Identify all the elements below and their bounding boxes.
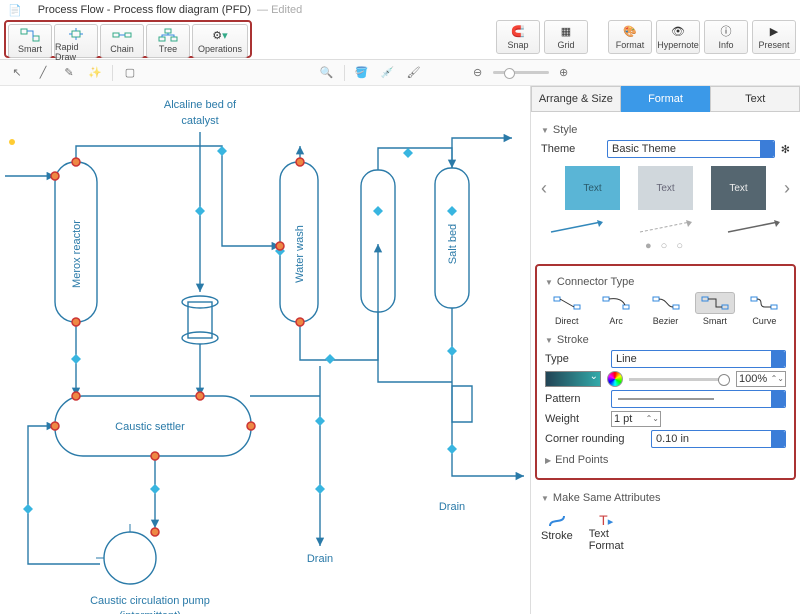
search-icon[interactable]: 🔍 — [318, 64, 336, 82]
connector-direct[interactable]: Direct — [545, 292, 588, 326]
prev-theme-icon[interactable]: ‹ — [541, 178, 547, 199]
pump-label: Caustic circulation pump — [90, 595, 210, 607]
present-button[interactable]: ▶︎Present — [752, 20, 796, 54]
theme-select[interactable]: Basic Theme — [607, 140, 775, 158]
line-tool-icon[interactable]: ╱ — [34, 64, 52, 82]
wand-tool-icon[interactable]: ✨ — [86, 64, 104, 82]
next-theme-icon[interactable]: › — [784, 178, 790, 199]
rapid-draw-button[interactable]: Rapid Draw — [54, 24, 98, 58]
info-icon: ⓘ — [721, 23, 732, 39]
tab-arrange[interactable]: Arrange & Size — [531, 86, 621, 112]
page-dots[interactable]: ● ○ ○ — [541, 240, 790, 252]
connector-curve[interactable]: Curve — [743, 292, 786, 326]
titlebar: 📄 Process Flow - Process flow diagram (P… — [0, 0, 800, 20]
tree-button[interactable]: Tree — [146, 24, 190, 58]
stroke-type-select[interactable]: Line — [611, 350, 786, 368]
alcaline-label: Alcaline bed of — [164, 99, 237, 111]
smart-button[interactable]: Smart — [8, 24, 52, 58]
tree-icon — [158, 27, 178, 43]
grid-icon: ▦ — [561, 23, 571, 39]
connector-arc[interactable]: Arc — [594, 292, 637, 326]
salt-label: Salt bed — [447, 224, 459, 264]
stroke-color-well[interactable] — [545, 371, 601, 387]
doc-title: Process Flow - Process flow diagram (PFD… — [38, 4, 251, 16]
theme-label: Theme — [541, 143, 601, 155]
zoom-control: ⊖ ⊕ — [469, 64, 573, 82]
arrow-style-2[interactable] — [636, 218, 696, 236]
format-button[interactable]: 🎨Format — [608, 20, 652, 54]
connector-bezier[interactable]: Bezier — [644, 292, 687, 326]
grid-button[interactable]: ▦Grid — [544, 20, 588, 54]
palette-icon: 🎨 — [623, 23, 637, 39]
caustic-label: Caustic settler — [115, 421, 185, 433]
gear-icon[interactable]: ✻ — [781, 143, 790, 156]
endpoints-header[interactable]: End Points — [545, 454, 786, 466]
arrow-style-3[interactable] — [724, 218, 784, 236]
corner-select[interactable]: 0.10 in — [651, 430, 786, 448]
gear-icon: ⚙︎ ▾ — [212, 27, 227, 43]
inspector-panel: Arrange & Size Format Text Style Theme Ba… — [530, 86, 800, 614]
connector-smart[interactable]: Smart — [693, 292, 736, 326]
pattern-select[interactable] — [611, 390, 786, 408]
brush-icon[interactable]: 🖌 — [405, 64, 423, 82]
theme-swatch-2[interactable]: Text — [638, 166, 693, 210]
color-picker-icon[interactable] — [607, 371, 623, 387]
weight-label: Weight — [545, 413, 605, 425]
stroke-type-label: Type — [545, 353, 605, 365]
zoom-out-icon[interactable]: ⊖ — [469, 64, 487, 82]
highlighted-stroke-section: Connector Type Direct Arc Bezier Smart C… — [535, 264, 796, 480]
arrow-style-1[interactable] — [547, 218, 607, 236]
operations-button[interactable]: ⚙︎ ▾Operations — [192, 24, 248, 58]
opacity-slider[interactable] — [629, 378, 730, 381]
eye-icon: 👁 — [671, 23, 685, 39]
chain-icon — [112, 27, 132, 43]
chain-button[interactable]: Chain — [100, 24, 144, 58]
same-text-format-button[interactable]: T▸Text Format — [589, 512, 624, 552]
secondary-toolbar: ↖︎ ╱ ✎ ✨ ▢ 🔍 🪣 💉 🖌 ⊖ ⊕ — [0, 60, 800, 86]
smart-icon — [20, 27, 40, 43]
pattern-label: Pattern — [545, 393, 605, 405]
theme-swatch-1[interactable]: Text — [565, 166, 620, 210]
snap-button[interactable]: 🧲Snap — [496, 20, 540, 54]
edited-label: — Edited — [257, 4, 302, 16]
zoom-in-icon[interactable]: ⊕ — [555, 64, 573, 82]
connector-type-header[interactable]: Connector Type — [545, 276, 786, 288]
rapid-icon — [66, 27, 86, 41]
zoom-slider[interactable] — [493, 71, 549, 74]
drain2-label: Drain — [439, 501, 465, 513]
corner-label: Corner rounding — [545, 433, 645, 445]
svg-text:(intermittent): (intermittent) — [119, 610, 181, 614]
diagram-canvas[interactable]: Alcaline bed of catalyst Merox reactor W… — [0, 86, 530, 614]
shape-tool-icon[interactable]: ▢ — [121, 64, 139, 82]
tab-text[interactable]: Text — [710, 86, 800, 112]
style-header[interactable]: Style — [541, 124, 790, 136]
stroke-header[interactable]: Stroke — [545, 334, 786, 346]
weight-field[interactable]: 1 pt — [611, 411, 661, 427]
eyedropper-icon[interactable]: 💉 — [379, 64, 397, 82]
magnet-icon: 🧲 — [511, 23, 525, 39]
water-label: Water wash — [294, 225, 306, 283]
bucket-icon[interactable]: 🪣 — [353, 64, 371, 82]
hypernote-button[interactable]: 👁Hypernote — [656, 20, 700, 54]
merox-label: Merox reactor — [71, 220, 83, 288]
make-same-header[interactable]: Make Same Attributes — [541, 492, 790, 504]
inspector-tabs: Arrange & Size Format Text — [531, 86, 800, 112]
drain1-label: Drain — [307, 553, 333, 565]
theme-swatch-3[interactable]: Text — [711, 166, 766, 210]
same-stroke-button[interactable]: Stroke — [541, 512, 573, 552]
tab-format[interactable]: Format — [621, 86, 711, 112]
play-icon: ▶︎ — [770, 23, 778, 39]
doc-icon: 📄 — [8, 4, 22, 17]
connection-mode-group: Smart Rapid Draw Chain Tree ⚙︎ ▾Operatio… — [4, 20, 252, 58]
arrow-tool-icon[interactable]: ↖︎ — [8, 64, 26, 82]
opacity-field[interactable]: 100% — [736, 371, 786, 387]
pen-tool-icon[interactable]: ✎ — [60, 64, 78, 82]
info-button[interactable]: ⓘInfo — [704, 20, 748, 54]
main-toolbar: Smart Rapid Draw Chain Tree ⚙︎ ▾Operatio… — [0, 20, 800, 60]
svg-text:catalyst: catalyst — [181, 115, 218, 127]
